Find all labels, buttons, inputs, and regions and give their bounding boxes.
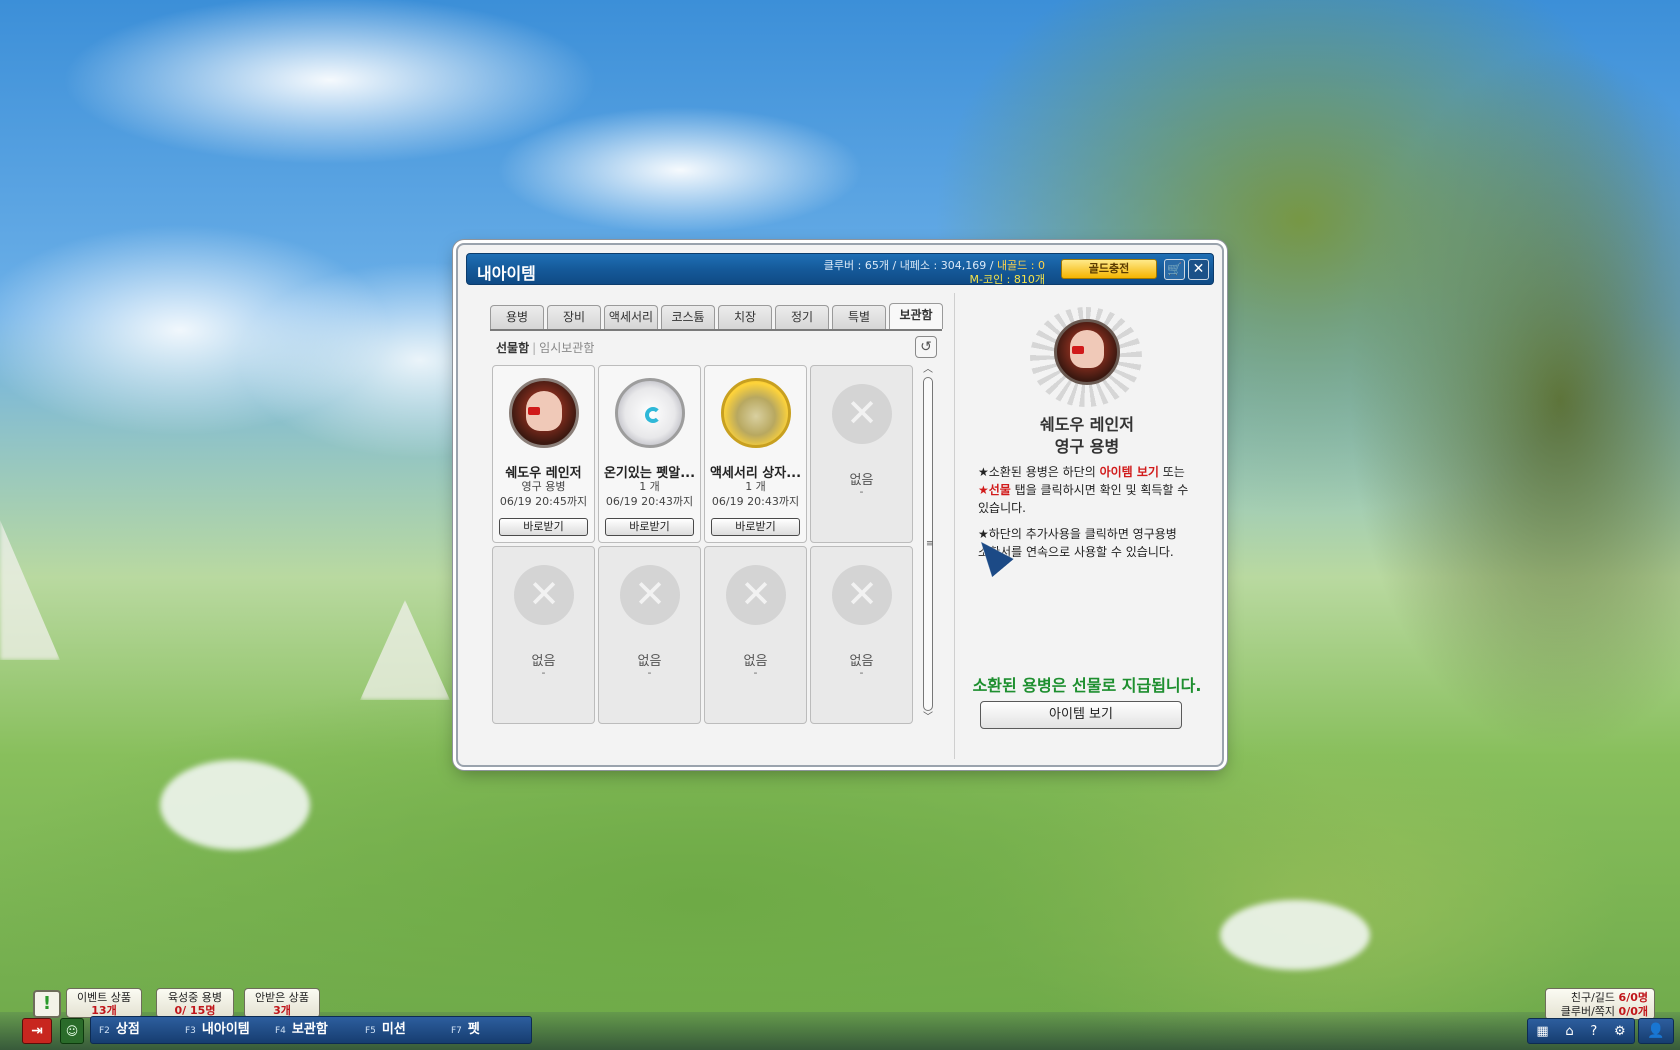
background-rock xyxy=(1220,900,1370,970)
menu-my-items[interactable]: F3 내아이템 xyxy=(177,1017,267,1043)
background-tent xyxy=(360,600,450,700)
alert-icon[interactable]: ! xyxy=(33,990,61,1018)
chat-icon[interactable]: ☺ xyxy=(60,1018,84,1044)
training-mercenary-pill[interactable]: 육성중 용병 0/ 15명 xyxy=(156,988,234,1018)
grid-scrollbar[interactable]: ︿ ≡ ﹀ xyxy=(921,365,935,723)
menu-pet[interactable]: F7 펫 xyxy=(443,1017,529,1043)
mercenary-portrait-icon xyxy=(509,378,579,448)
highlight-gift: ★선물 xyxy=(978,483,1011,497)
cluber-balance: 클루버 : 65개 xyxy=(823,259,889,272)
detail-description: ★소환된 용병은 하단의 아이템 보기 또는 ★선물 탭을 클릭하시면 확인 및… xyxy=(978,465,1189,559)
exit-icon[interactable]: ⇥ xyxy=(22,1018,52,1044)
grid-icon[interactable]: ▦ xyxy=(1536,1024,1548,1039)
tab-storage[interactable]: 보관함 xyxy=(889,303,943,329)
item-expiry: 06/19 20:43까지 xyxy=(711,495,800,508)
item-expiry: 06/19 20:45까지 xyxy=(499,495,588,508)
menu-storage[interactable]: F4 보관함 xyxy=(267,1017,357,1043)
item-quantity: 영구 용병 xyxy=(521,480,566,493)
menu-shop[interactable]: F2 상점 xyxy=(91,1017,177,1043)
empty-x-icon: ✕ xyxy=(514,565,574,625)
refresh-icon[interactable]: ↺ xyxy=(915,336,937,358)
empty-slot: ✕ 없음 - xyxy=(810,546,913,724)
storage-panel: 용병 장비 액세서리 코스튬 치장 정기 특별 보관함 선물함 | 임시보관함 ↺ … xyxy=(468,293,951,759)
item-expiry: 06/19 20:43까지 xyxy=(605,495,694,508)
detail-name: 쉐도우 레인저 xyxy=(1040,415,1134,434)
receive-button[interactable]: 바로받기 xyxy=(605,518,694,536)
tab-special[interactable]: 특별 xyxy=(832,305,886,329)
scroll-down-icon[interactable]: ﹀ xyxy=(921,713,935,723)
empty-slot: ✕ 없음 - xyxy=(492,546,595,724)
user-icon[interactable]: 👤 xyxy=(1638,1018,1674,1044)
detail-type: 영구 용병 xyxy=(1054,437,1120,456)
home-icon[interactable]: ⌂ xyxy=(1565,1024,1573,1039)
unreceived-items-pill[interactable]: 안받은 상품 3개 xyxy=(244,988,320,1018)
scroll-up-icon[interactable]: ︿ xyxy=(921,365,935,375)
scroll-track[interactable]: ≡ xyxy=(923,377,934,711)
gift-notice: 소환된 용병은 선물로 지급됩니다. xyxy=(972,676,1202,695)
friend-guild-status[interactable]: 친구/길드 6/0명 클루버/쪽지 0/0개 xyxy=(1545,988,1655,1020)
tab-accessory[interactable]: 액세서리 xyxy=(604,305,658,329)
panel-divider xyxy=(954,293,955,759)
item-grid: 쉐도우 레인저 영구 용병 06/19 20:45까지 바로받기 온기있는 펫알… xyxy=(492,365,913,724)
empty-slot: ✕ 없음 - xyxy=(598,546,701,724)
help-icon[interactable]: ? xyxy=(1590,1024,1597,1039)
main-menu-bar: F2 상점 F3 내아이템 F4 보관함 F5 미션 F7 펫 xyxy=(90,1016,532,1044)
background-tent xyxy=(0,520,60,660)
scroll-grip-icon[interactable]: ≡ xyxy=(926,540,934,549)
window-titlebar[interactable]: 내아이템 클루버 : 65개 / 내페소 : 304,169 / 내골드 : 0… xyxy=(466,253,1214,286)
empty-x-icon: ✕ xyxy=(832,384,892,444)
background-rock xyxy=(160,760,310,850)
accessory-box-icon xyxy=(721,378,791,448)
item-slot[interactable]: 온기있는 펫알... 1 개 06/19 20:43까지 바로받기 xyxy=(598,365,701,543)
detail-panel: 쉐도우 레인저 영구 용병 ★소환된 용병은 하단의 아이템 보기 또는 ★선물… xyxy=(956,293,1218,759)
my-items-window: 내아이템 클루버 : 65개 / 내페소 : 304,169 / 내골드 : 0… xyxy=(456,243,1224,767)
empty-x-icon: ✕ xyxy=(726,565,786,625)
empty-slot: ✕ 없음 - xyxy=(810,365,913,543)
window-title: 내아이템 xyxy=(477,264,536,283)
item-quantity: 1 개 xyxy=(639,480,660,493)
receive-button[interactable]: 바로받기 xyxy=(711,518,800,536)
subtab-gift-box[interactable]: 선물함 xyxy=(496,341,529,355)
pet-egg-icon xyxy=(615,378,685,448)
empty-x-icon: ✕ xyxy=(832,565,892,625)
item-slot[interactable]: 쉐도우 레인저 영구 용병 06/19 20:45까지 바로받기 xyxy=(492,365,595,543)
mercenary-portrait-icon xyxy=(1054,319,1120,385)
gold-charge-button[interactable]: 골드충전 xyxy=(1061,259,1157,279)
storage-subtabs: 선물함 | 임시보관함 xyxy=(496,341,595,355)
tab-divider xyxy=(490,329,942,331)
cart-icon[interactable]: 🛒 xyxy=(1164,259,1185,280)
menu-mission[interactable]: F5 미션 xyxy=(357,1017,443,1043)
close-icon[interactable]: ✕ xyxy=(1188,259,1209,280)
event-items-pill[interactable]: 이벤트 상품 13개 xyxy=(66,988,142,1018)
item-quantity: 1 개 xyxy=(745,480,766,493)
tab-equipment[interactable]: 장비 xyxy=(547,305,601,329)
tab-regular[interactable]: 정기 xyxy=(775,305,829,329)
item-tabs: 용병 장비 액세서리 코스튬 치장 정기 특별 보관함 xyxy=(490,303,943,329)
subtab-temp-storage[interactable]: 임시보관함 xyxy=(539,341,594,355)
settings-icon[interactable]: ⚙ xyxy=(1614,1024,1626,1039)
empty-x-icon: ✕ xyxy=(620,565,680,625)
empty-slot: ✕ 없음 - xyxy=(704,546,807,724)
tab-mercenary[interactable]: 용병 xyxy=(490,305,544,329)
item-slot[interactable]: 액세서리 상자... 1 개 06/19 20:43까지 바로받기 xyxy=(704,365,807,543)
system-toolbar: ▦ ⌂ ? ⚙ xyxy=(1527,1018,1635,1044)
view-item-button[interactable]: 아이템 보기 xyxy=(980,701,1182,729)
mcoin-balance: M-코인 : 810개 xyxy=(969,273,1045,286)
tab-costume[interactable]: 코스튬 xyxy=(661,305,715,329)
tab-decoration[interactable]: 치장 xyxy=(718,305,772,329)
receive-button[interactable]: 바로받기 xyxy=(499,518,588,536)
highlight-item-view: 아이템 보기 xyxy=(1099,465,1159,479)
